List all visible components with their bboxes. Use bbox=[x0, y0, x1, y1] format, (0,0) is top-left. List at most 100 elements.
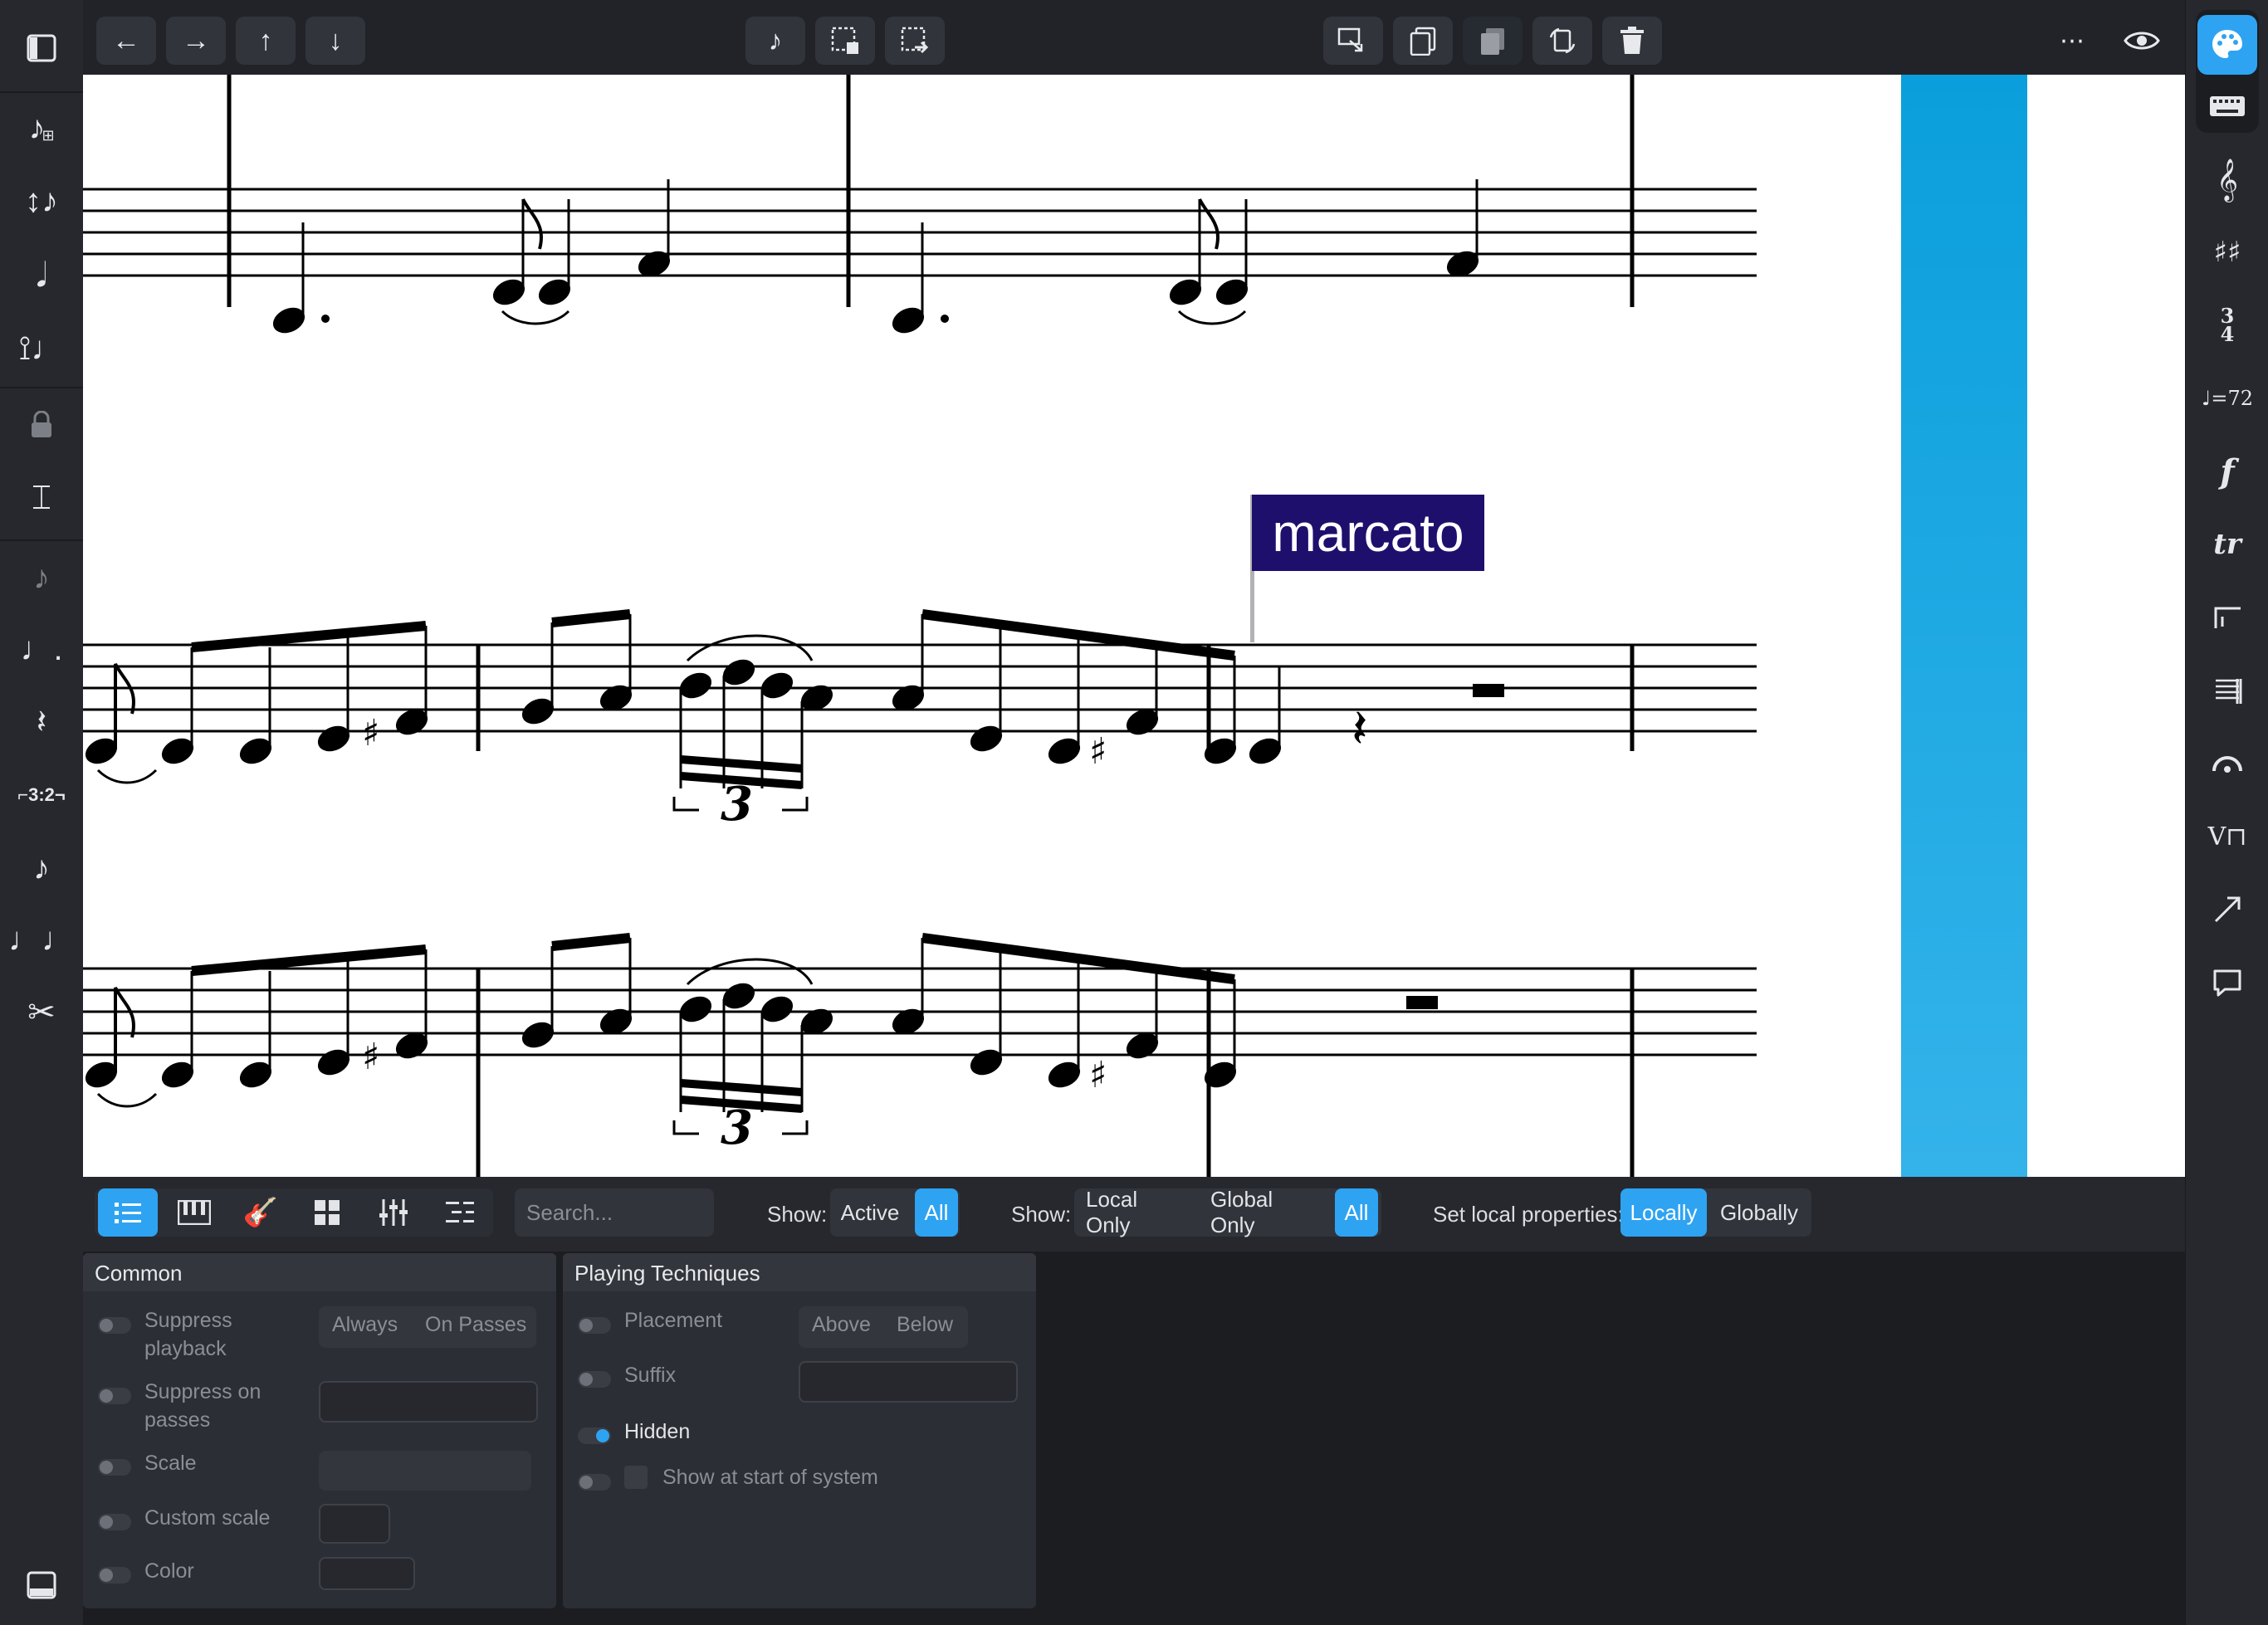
marcato-signpost[interactable]: marcato bbox=[1252, 495, 1484, 571]
custom-scale-toggle[interactable] bbox=[98, 1514, 131, 1530]
left-toolbox: ♪ ⊞ ↕♪ 𝅘𝅥 ⟟♩ ⌶ ♪ ♩. 𝄽 ⌐3:2¬ ♪ ♩♩ ✂ bbox=[0, 0, 84, 1625]
tempo-icon[interactable]: ♩=72 bbox=[2197, 368, 2257, 428]
grace-note-icon[interactable]: ♪ bbox=[12, 838, 71, 898]
copy-icon[interactable] bbox=[1393, 17, 1453, 65]
svg-text:3: 3 bbox=[721, 777, 753, 832]
color-label: Color bbox=[144, 1559, 194, 1583]
search-input[interactable]: Search... bbox=[515, 1188, 714, 1237]
show-scope-all-button[interactable]: All bbox=[1335, 1188, 1378, 1237]
paste-icon[interactable] bbox=[1463, 17, 1523, 65]
holds-pauses-icon[interactable] bbox=[2197, 734, 2257, 793]
select-more-icon[interactable] bbox=[815, 17, 875, 65]
lock-icon[interactable] bbox=[12, 395, 71, 455]
show-label: Show: bbox=[767, 1202, 828, 1227]
comments-icon[interactable] bbox=[2197, 953, 2257, 1013]
svg-text:♯: ♯ bbox=[1089, 730, 1107, 773]
more-options-icon[interactable]: ⋯ bbox=[2042, 17, 2102, 65]
insert-icon[interactable]: ⌶ bbox=[12, 468, 71, 528]
playing-techniques-panel: Playing Techniques Placement Above Below… bbox=[563, 1253, 1036, 1608]
arrow-left-button[interactable]: ← bbox=[96, 17, 156, 65]
suffix-toggle[interactable] bbox=[578, 1371, 611, 1388]
always-button[interactable]: Always bbox=[332, 1313, 398, 1337]
scale-label: Scale bbox=[144, 1452, 197, 1475]
arrow-up-button[interactable]: ↑ bbox=[236, 17, 296, 65]
hide-panel-icon[interactable] bbox=[12, 18, 71, 78]
playing-techniques-title: Playing Techniques bbox=[574, 1261, 760, 1286]
tremolo-icon[interactable]: 𝅘𝅥 bbox=[12, 246, 71, 305]
dynamics-icon[interactable]: f bbox=[2197, 442, 2257, 501]
tie-icon[interactable]: ♩♩ bbox=[8, 910, 75, 969]
stem-icon[interactable]: ⟟♩ bbox=[12, 319, 71, 378]
arrow-down-button[interactable]: ↓ bbox=[305, 17, 365, 65]
suppress-on-passes-toggle[interactable] bbox=[98, 1388, 131, 1404]
delete-icon[interactable] bbox=[1602, 17, 1662, 65]
below-button[interactable]: Below bbox=[897, 1313, 953, 1337]
score-view[interactable]: ♯ 3 ♯ 𝄽 marcato bbox=[83, 75, 2185, 1177]
arrow-right-button[interactable]: → bbox=[166, 17, 226, 65]
outline-view-icon[interactable] bbox=[430, 1188, 490, 1237]
top-toolbar: ← → ↑ ↓ ♪ ⋯ bbox=[83, 0, 2187, 75]
suppress-playback-toggle[interactable] bbox=[98, 1317, 131, 1334]
filter-icon[interactable] bbox=[1323, 17, 1383, 65]
guitar-view-icon[interactable]: 🎸 bbox=[231, 1188, 291, 1237]
set-local-group: Locally Globally bbox=[1620, 1188, 1811, 1237]
chord-icon[interactable]: ♪ bbox=[12, 548, 71, 608]
placement-label: Placement bbox=[624, 1309, 723, 1332]
ornaments-icon[interactable]: tr bbox=[2197, 515, 2257, 574]
color-toggle[interactable] bbox=[98, 1567, 131, 1584]
playing-techniques-icon[interactable]: V⊓ bbox=[2197, 807, 2257, 866]
hidden-toggle[interactable] bbox=[578, 1427, 611, 1444]
transpose-icon[interactable]: ↕♪ bbox=[12, 171, 71, 231]
locally-button[interactable]: Locally bbox=[1620, 1188, 1707, 1237]
mixer-view-icon[interactable] bbox=[364, 1188, 423, 1237]
lines-icon[interactable] bbox=[2197, 880, 2257, 939]
show-active-button[interactable]: Active bbox=[830, 1188, 910, 1237]
svg-text:♯: ♯ bbox=[362, 712, 379, 754]
custom-scale-label: Custom scale bbox=[144, 1506, 271, 1530]
hidden-label: Hidden bbox=[624, 1420, 691, 1443]
scale-toggle[interactable] bbox=[98, 1459, 131, 1476]
scale-field[interactable] bbox=[319, 1451, 531, 1491]
show-active-all-group: Active All bbox=[830, 1188, 960, 1237]
local-only-button[interactable]: Local Only bbox=[1074, 1187, 1199, 1237]
scissors-icon[interactable]: ✂ bbox=[12, 983, 71, 1042]
keyboard-icon[interactable] bbox=[2197, 76, 2257, 136]
properties-toolbar: 🎸 Search... Show: Active All Show: Local… bbox=[83, 1177, 2185, 1252]
tuplet-icon[interactable]: ⌐3:2¬ bbox=[12, 765, 71, 825]
above-button[interactable]: Above bbox=[812, 1313, 871, 1337]
lower-panel-toggle-icon[interactable] bbox=[12, 1555, 71, 1615]
music-notation: ♯ 3 ♯ 𝄽 bbox=[83, 75, 2027, 1177]
note-input-icon[interactable]: ♪ ⊞ bbox=[12, 98, 71, 158]
suppress-on-passes-label: Suppress on passes bbox=[144, 1380, 262, 1432]
show-all-button[interactable]: All bbox=[915, 1188, 958, 1237]
swap-icon[interactable] bbox=[1532, 17, 1592, 65]
key-signature-icon[interactable]: ♯♯ bbox=[2197, 222, 2257, 282]
eye-icon[interactable] bbox=[2112, 17, 2172, 65]
custom-scale-field[interactable] bbox=[319, 1504, 390, 1544]
properties-palette-icon[interactable] bbox=[2197, 15, 2257, 75]
placement-toggle[interactable] bbox=[578, 1317, 611, 1334]
global-only-button[interactable]: Global Only bbox=[1199, 1187, 1330, 1237]
select-extend-icon[interactable] bbox=[885, 17, 945, 65]
show-scope-group: Local Only Global Only All bbox=[1074, 1187, 1381, 1237]
suppress-playback-label: Suppress playback bbox=[144, 1309, 232, 1360]
color-swatch[interactable] bbox=[319, 1557, 415, 1590]
piano-view-icon[interactable] bbox=[164, 1188, 224, 1237]
show-at-start-checkbox[interactable] bbox=[624, 1466, 648, 1489]
note-input-mode-icon[interactable]: ♪ bbox=[745, 17, 805, 65]
clef-icon[interactable]: 𝄞 bbox=[2197, 149, 2257, 209]
note-duration-icon[interactable]: ♩. bbox=[12, 619, 71, 679]
suppress-on-passes-field[interactable] bbox=[319, 1381, 538, 1422]
list-view-icon[interactable] bbox=[98, 1188, 158, 1237]
time-signature-icon[interactable]: 34 bbox=[2197, 295, 2257, 355]
grid-view-icon[interactable] bbox=[297, 1188, 357, 1237]
suffix-field[interactable] bbox=[799, 1361, 1018, 1403]
globally-button[interactable]: Globally bbox=[1710, 1188, 1808, 1237]
rest-icon[interactable]: 𝄽 bbox=[12, 692, 71, 752]
show-scope-label: Show: bbox=[1011, 1202, 1072, 1227]
bars-barlines-icon[interactable] bbox=[2197, 661, 2257, 720]
repeat-endings-icon[interactable] bbox=[2197, 588, 2257, 647]
on-passes-button[interactable]: On Passes bbox=[425, 1313, 526, 1337]
suffix-label: Suffix bbox=[624, 1364, 677, 1387]
show-at-start-toggle[interactable] bbox=[578, 1474, 611, 1491]
